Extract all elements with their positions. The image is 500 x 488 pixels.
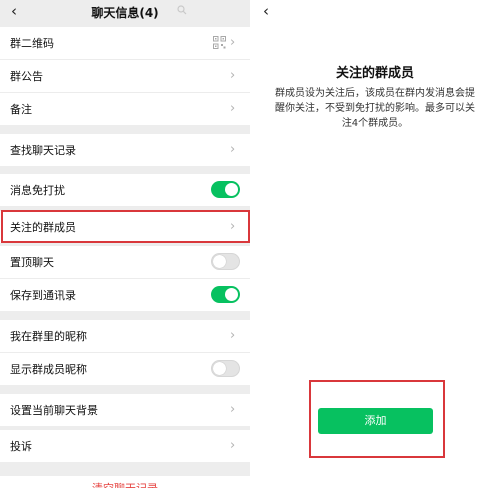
row-label: 查找聊天记录 [10,144,76,157]
toggle-knob [213,255,226,268]
group-announcement-row[interactable]: 群公告 › [0,60,250,92]
mute-notifications-row: 消息免打扰 [0,174,250,206]
chat-background-row[interactable]: 设置当前聊天背景 › [0,394,250,426]
row-label: 我在群里的昵称 [10,330,87,343]
toggle-knob [213,362,226,375]
row-label: 设置当前聊天背景 [10,404,98,417]
chevron-right-icon: › [230,402,236,417]
description-text: 群成员设为关注后，该成员在群内发消息会提醒你关注，不受到免打扰的影响。最多可以关… [275,88,475,129]
remark-row[interactable]: 备注 › [0,93,250,125]
top-bar: ‹ 聊天信息(4) [0,0,250,24]
row-label: 群公告 [10,70,43,83]
my-group-nickname-row[interactable]: 我在群里的昵称 › [0,320,250,352]
chevron-right-icon: › [230,142,236,157]
chevron-right-icon: › [230,101,236,116]
highlight-box [1,210,250,243]
chevron-right-icon: › [230,328,236,343]
pin-chat-toggle[interactable] [211,253,240,270]
pin-chat-row: 置顶聊天 [0,246,250,278]
save-to-contacts-row: 保存到通讯录 [0,279,250,311]
search-chat-history-row[interactable]: 查找聊天记录 › [0,134,250,166]
chat-info-screen: ‹ 聊天信息(4) 群二维码 › 群公告 › 备注 › 查找聊天记录 › 消息免… [0,0,250,488]
show-member-nicknames-toggle[interactable] [211,360,240,377]
add-button[interactable]: 添加 [318,408,433,434]
qr-code-icon [213,36,226,49]
clear-chat-history-button[interactable]: 清空聊天记录 [0,476,250,488]
row-label: 备注 [10,103,32,116]
toggle-knob [225,183,238,196]
show-member-nicknames-row: 显示群成员昵称 [0,353,250,385]
toggle-knob [225,288,238,301]
mute-notifications-toggle[interactable] [211,181,240,198]
group-qr-code-row[interactable]: 群二维码 › [0,27,250,59]
chevron-right-icon: › [230,35,236,50]
row-label: 投诉 [10,440,32,453]
page-title: 聊天信息(4) [91,6,159,20]
back-button[interactable]: ‹ [258,3,274,19]
save-to-contacts-toggle[interactable] [211,286,240,303]
chevron-right-icon: › [230,68,236,83]
page-title: 关注的群成员 [335,66,414,81]
chevron-right-icon: › [230,438,236,453]
divider [10,206,250,207]
search-icon[interactable] [177,5,187,15]
report-row[interactable]: 投诉 › [0,430,250,462]
